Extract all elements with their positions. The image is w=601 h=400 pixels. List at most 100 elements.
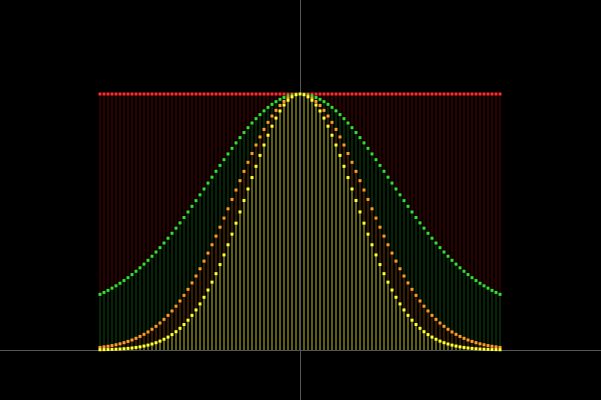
point-series-3-62 xyxy=(346,176,350,180)
point-series-2-5 xyxy=(118,342,122,346)
point-series-0-46 xyxy=(282,92,286,96)
point-series-2-91 xyxy=(462,336,466,340)
point-series-0-91 xyxy=(462,92,466,96)
point-series-3-26 xyxy=(202,295,206,299)
point-series-1-43 xyxy=(270,102,274,106)
point-series-1-88 xyxy=(450,258,454,262)
point-series-0-87 xyxy=(446,92,450,96)
point-series-2-58 xyxy=(330,120,334,124)
point-series-2-45 xyxy=(278,103,282,107)
point-series-0-5 xyxy=(118,92,122,96)
point-series-2-40 xyxy=(258,135,262,139)
point-series-3-46 xyxy=(282,103,286,107)
point-series-2-36 xyxy=(242,169,246,173)
point-series-1-99 xyxy=(494,290,498,294)
point-series-2-84 xyxy=(434,317,438,321)
point-series-3-97 xyxy=(486,347,490,351)
gaussian-stem-plot xyxy=(0,0,601,400)
point-series-0-55 xyxy=(318,92,322,96)
point-series-3-77 xyxy=(406,313,410,317)
point-series-3-100 xyxy=(498,348,502,352)
point-series-0-40 xyxy=(258,92,262,96)
point-series-0-77 xyxy=(406,92,410,96)
point-series-1-96 xyxy=(482,284,486,288)
point-series-0-65 xyxy=(358,92,362,96)
point-series-1-89 xyxy=(454,262,458,266)
point-series-0-21 xyxy=(182,92,186,96)
point-series-2-75 xyxy=(398,267,402,271)
point-series-3-32 xyxy=(226,243,230,247)
point-series-2-30 xyxy=(218,225,222,229)
point-series-0-76 xyxy=(402,92,406,96)
point-series-1-66 xyxy=(362,141,366,145)
point-series-2-69 xyxy=(374,216,378,220)
point-series-2-70 xyxy=(378,225,382,229)
point-series-2-16 xyxy=(162,317,166,321)
point-series-1-29 xyxy=(214,169,218,173)
point-series-1-44 xyxy=(274,100,278,104)
point-series-2-94 xyxy=(474,341,478,345)
point-series-3-1 xyxy=(102,348,106,352)
point-series-0-28 xyxy=(210,92,214,96)
point-series-2-14 xyxy=(154,324,158,328)
point-series-3-54 xyxy=(314,103,318,107)
point-series-2-4 xyxy=(114,343,118,347)
point-series-0-12 xyxy=(146,92,150,96)
point-series-0-7 xyxy=(126,92,130,96)
point-series-3-23 xyxy=(190,313,194,317)
point-series-3-98 xyxy=(490,348,494,352)
point-series-3-49 xyxy=(294,93,298,97)
point-series-3-73 xyxy=(390,288,394,292)
point-series-3-33 xyxy=(230,232,234,236)
point-series-3-76 xyxy=(402,308,406,312)
point-series-0-85 xyxy=(438,92,442,96)
point-series-0-69 xyxy=(374,92,378,96)
point-series-3-63 xyxy=(350,187,354,191)
point-series-2-88 xyxy=(450,330,454,334)
point-series-2-33 xyxy=(230,197,234,201)
point-series-0-27 xyxy=(206,92,210,96)
point-series-3-68 xyxy=(370,243,374,247)
point-series-0-3 xyxy=(110,92,114,96)
point-series-3-61 xyxy=(342,164,346,168)
point-series-0-13 xyxy=(150,92,154,96)
point-series-2-57 xyxy=(326,114,330,118)
point-series-2-32 xyxy=(226,207,230,211)
point-series-1-83 xyxy=(430,236,434,240)
point-series-1-38 xyxy=(250,121,254,125)
point-series-3-79 xyxy=(414,323,418,327)
point-series-3-30 xyxy=(218,263,222,267)
point-series-0-99 xyxy=(494,92,498,96)
point-series-3-9 xyxy=(134,345,138,349)
point-series-0-67 xyxy=(366,92,370,96)
point-series-1-74 xyxy=(394,187,398,191)
point-series-3-81 xyxy=(422,330,426,334)
point-series-0-16 xyxy=(162,92,166,96)
point-series-2-10 xyxy=(138,334,142,338)
point-series-1-84 xyxy=(434,241,438,245)
point-series-0-95 xyxy=(478,92,482,96)
point-series-0-59 xyxy=(334,92,338,96)
point-series-1-86 xyxy=(442,250,446,254)
point-series-2-35 xyxy=(238,179,242,183)
point-series-1-82 xyxy=(426,231,430,235)
point-series-3-96 xyxy=(482,347,486,351)
point-series-1-42 xyxy=(266,105,270,109)
point-series-2-82 xyxy=(426,309,430,313)
point-series-1-37 xyxy=(246,126,250,130)
point-series-1-77 xyxy=(406,204,410,208)
point-series-1-45 xyxy=(278,97,282,101)
point-series-0-44 xyxy=(274,92,278,96)
point-series-2-73 xyxy=(390,251,394,255)
point-series-1-69 xyxy=(374,158,378,162)
point-series-0-89 xyxy=(454,92,458,96)
point-series-3-55 xyxy=(318,109,322,113)
point-series-3-13 xyxy=(150,342,154,346)
point-series-1-79 xyxy=(414,215,418,219)
point-series-3-15 xyxy=(158,339,162,343)
point-series-1-85 xyxy=(438,246,442,250)
point-series-1-55 xyxy=(318,97,322,101)
point-series-1-27 xyxy=(206,181,210,185)
point-series-0-72 xyxy=(386,92,390,96)
point-series-1-31 xyxy=(222,158,226,162)
